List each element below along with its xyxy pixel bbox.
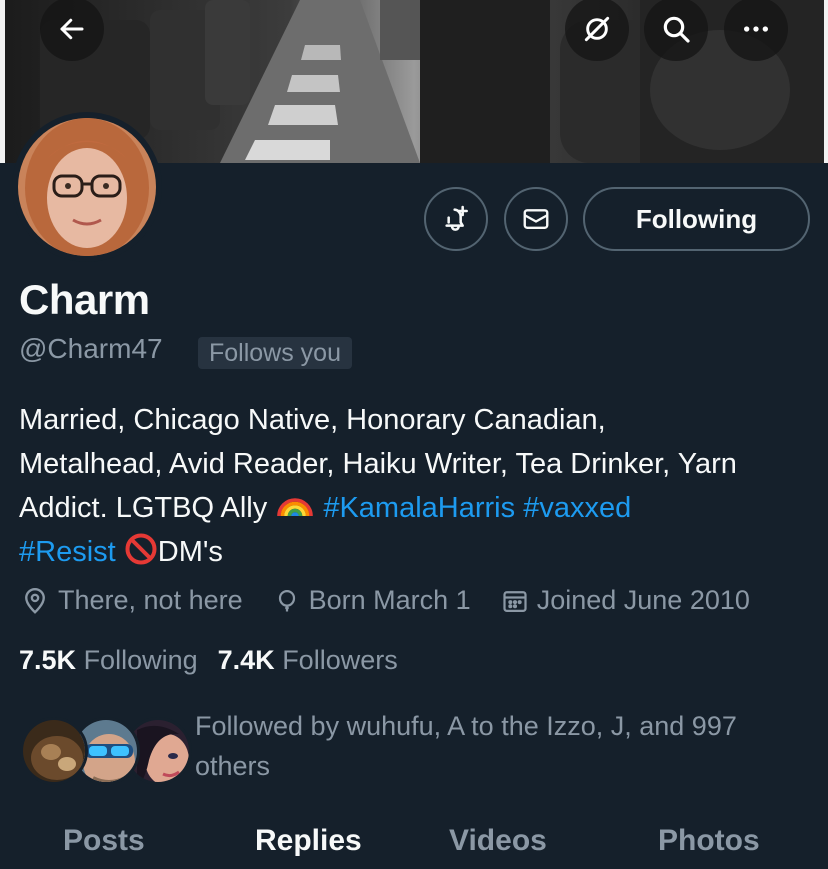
bio-line: Addict. LGTBQ Ally #KamalaHarris #vaxxed: [19, 486, 819, 530]
message-button[interactable]: [504, 187, 568, 251]
tab-posts[interactable]: Posts: [63, 824, 145, 858]
location-item: There, not here: [20, 585, 243, 616]
bio-line: #Resist DM's: [19, 530, 819, 574]
back-button[interactable]: [40, 0, 104, 61]
bio-text: DM's: [157, 536, 223, 568]
profile-meta: There, not here Born March 1 Joined June…: [20, 585, 780, 616]
profile-avatar[interactable]: [12, 112, 162, 262]
bio-line: Metalhead, Avid Reader, Haiku Writer, Te…: [19, 448, 737, 480]
hashtag-link[interactable]: #Resist: [19, 536, 116, 568]
search-icon: [663, 16, 690, 43]
prohibited-emoji-icon: [125, 533, 157, 565]
calendar-icon: [503, 590, 527, 612]
search-button[interactable]: [644, 0, 708, 61]
location-text: There, not here: [58, 585, 243, 615]
bio-text: Addict. LGTBQ Ally: [19, 492, 276, 524]
birthday-item: Born March 1: [273, 585, 471, 616]
joined-text: Joined June 2010: [536, 585, 750, 615]
banner-edge: [824, 0, 828, 163]
followers-label: Followers: [282, 645, 398, 675]
tab-videos[interactable]: Videos: [449, 824, 547, 858]
tab-replies[interactable]: Replies: [255, 824, 362, 858]
hashtag-link[interactable]: #KamalaHarris: [323, 492, 515, 524]
more-horizontal-icon: [744, 26, 768, 32]
profile-tabs: Posts Replies Videos Photos: [0, 820, 828, 869]
followers-stat[interactable]: 7.4K Followers: [218, 645, 398, 676]
handle: @Charm47: [19, 333, 163, 364]
followed-by-text[interactable]: Followed by wuhufu, A to the Izzo, J, an…: [195, 706, 795, 786]
following-count: 7.5K: [19, 645, 77, 675]
following-button[interactable]: Following: [583, 187, 810, 251]
follow-stats: 7.5K Following 7.4K Followers: [19, 645, 418, 676]
grok-button[interactable]: [565, 0, 629, 61]
tab-photos[interactable]: Photos: [658, 824, 760, 858]
display-name: Charm: [19, 276, 150, 323]
following-stat[interactable]: 7.5K Following: [19, 645, 198, 676]
follower-avatar: [20, 717, 88, 785]
notify-button[interactable]: [424, 187, 488, 251]
follows-you-badge: Follows you: [198, 337, 352, 369]
balloon-icon: [278, 589, 295, 611]
hashtag-link[interactable]: #vaxxed: [523, 492, 631, 524]
bio-line: Married, Chicago Native, Honorary Canadi…: [19, 404, 606, 436]
grok-slash-icon: [584, 16, 610, 42]
location-pin-icon: [25, 587, 45, 614]
rainbow-emoji-icon: [277, 498, 314, 517]
following-label: Following: [83, 645, 198, 675]
envelope-icon: [523, 209, 549, 229]
joined-item: Joined June 2010: [501, 585, 750, 616]
arrow-left-icon: [60, 18, 84, 40]
avatar-image: [18, 118, 156, 256]
profile-bio: Married, Chicago Native, Honorary Canadi…: [19, 398, 819, 574]
bell-plus-icon: [445, 205, 468, 231]
follower-avatar-image: [23, 720, 85, 782]
birthday-text: Born March 1: [308, 585, 471, 615]
more-button[interactable]: [724, 0, 788, 61]
banner-edge: [0, 0, 5, 163]
followers-count: 7.4K: [217, 645, 275, 675]
